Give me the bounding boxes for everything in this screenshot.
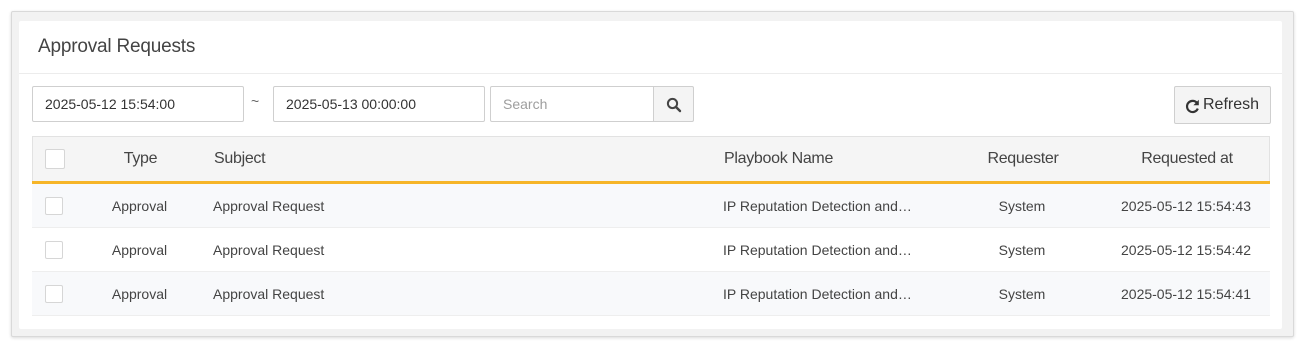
cell-type: Approval <box>111 197 168 214</box>
column-header-subject[interactable]: Subject <box>214 137 694 181</box>
row-checkbox[interactable] <box>45 240 63 259</box>
cell-playbook: IP Reputation Detection and… <box>723 241 912 258</box>
column-header-type[interactable]: Type <box>97 137 184 181</box>
cell-subject[interactable]: Approval Request <box>213 272 693 315</box>
cell-playbook: IP Reputation Detection and… <box>723 197 912 214</box>
row-checkbox-cell <box>32 272 76 315</box>
search-input[interactable]: Search <box>490 86 654 122</box>
row-checkbox-cell <box>32 184 76 227</box>
header-checkbox-cell <box>33 137 77 181</box>
cell-type: Approval <box>111 285 168 302</box>
panel-title: Approval Requests <box>38 36 196 57</box>
cell-requested-at: 2025-05-12 15:54:43 <box>1121 197 1251 214</box>
date-to-input[interactable]: 2025-05-13 00:00:00 <box>273 86 485 122</box>
select-all-checkbox[interactable] <box>45 149 65 169</box>
row-checkbox-cell <box>32 228 76 271</box>
row-checkbox[interactable] <box>45 284 63 303</box>
cell-requester: System <box>998 241 1046 258</box>
search-button[interactable] <box>653 86 694 122</box>
search-icon <box>666 97 682 113</box>
table-row[interactable]: Approval Approval Request IP Reputation … <box>32 184 1270 228</box>
cell-requested-at: 2025-05-12 15:54:42 <box>1121 241 1251 258</box>
approval-requests-table: Type Subject Playbook Name Requester Req… <box>32 136 1270 316</box>
date-from-input[interactable]: 2025-05-12 15:54:00 <box>32 86 244 122</box>
cell-requested-at: 2025-05-12 15:54:41 <box>1121 285 1251 302</box>
refresh-button[interactable]: Refresh <box>1174 86 1271 124</box>
column-header-requester[interactable]: Requester <box>978 137 1068 181</box>
approval-requests-widget: Approval Requests 2025-05-12 15:54:00 ~ … <box>11 11 1294 337</box>
refresh-button-label: Refresh <box>1203 96 1260 113</box>
cell-subject[interactable]: Approval Request <box>213 228 693 271</box>
table-header: Type Subject Playbook Name Requester Req… <box>32 136 1270 181</box>
cell-playbook: IP Reputation Detection and… <box>723 285 912 302</box>
cell-requester: System <box>998 285 1046 302</box>
table-row[interactable]: Approval Approval Request IP Reputation … <box>32 228 1270 272</box>
column-header-playbook[interactable]: Playbook Name <box>724 137 964 181</box>
panel-header: Approval Requests <box>19 21 1282 74</box>
cell-requester: System <box>998 197 1046 214</box>
row-checkbox[interactable] <box>45 196 63 215</box>
table-row[interactable]: Approval Approval Request IP Reputation … <box>32 272 1270 316</box>
cell-subject[interactable]: Approval Request <box>213 184 693 227</box>
refresh-icon <box>1185 99 1199 114</box>
cell-type: Approval <box>111 241 168 258</box>
date-range-separator: ~ <box>251 93 260 109</box>
column-header-requested-at[interactable]: Requested at <box>1108 137 1266 181</box>
approval-requests-panel: Approval Requests 2025-05-12 15:54:00 ~ … <box>19 21 1282 329</box>
